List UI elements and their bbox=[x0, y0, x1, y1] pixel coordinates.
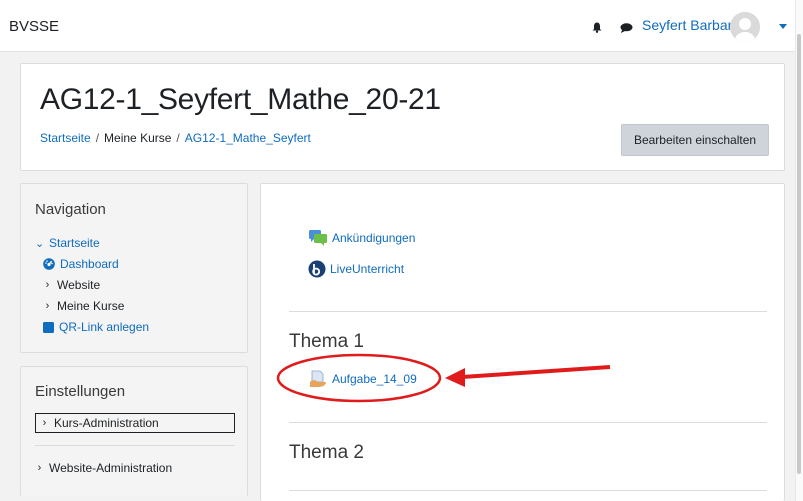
section-title-thema-2[interactable]: Thema 2 bbox=[289, 442, 364, 464]
dashboard-icon bbox=[43, 258, 55, 270]
nav-item-qr-link[interactable]: QR-Link anlegen bbox=[43, 320, 149, 334]
top-navbar: BVSSE Seyfert Barbara bbox=[0, 0, 795, 52]
caret-down-icon[interactable] bbox=[779, 24, 787, 29]
settings-item-label: Website-Administration bbox=[49, 461, 173, 475]
nav-item-label: QR-Link anlegen bbox=[59, 320, 150, 334]
nav-item-label: Startseite bbox=[49, 236, 100, 250]
breadcrumb-separator: / bbox=[95, 131, 100, 145]
settings-item-label: Kurs-Administration bbox=[54, 416, 159, 430]
section-divider bbox=[289, 490, 767, 491]
course-content: Ankündigungen LiveUnterricht Thema 1 Auf… bbox=[260, 183, 785, 501]
nav-item-label: Website bbox=[57, 278, 101, 292]
activity-label: LiveUnterricht bbox=[330, 262, 405, 276]
breadcrumb-meine-kurse[interactable]: Meine Kurse bbox=[104, 131, 171, 145]
activity-label: Ankündigungen bbox=[332, 231, 416, 245]
chevron-right-icon: › bbox=[45, 279, 50, 291]
breadcrumb-course[interactable]: AG12-1_Mathe_Seyfert bbox=[185, 131, 311, 145]
course-header: AG12-1_Seyfert_Mathe_20-21 Startseite / Me… bbox=[20, 63, 785, 171]
nav-item-label: Meine Kurse bbox=[57, 299, 125, 313]
chevron-down-icon: ⌄ bbox=[35, 237, 45, 250]
activity-ankuendigungen[interactable]: Ankündigungen bbox=[308, 229, 415, 247]
section-title-thema-1[interactable]: Thema 1 bbox=[289, 331, 364, 353]
chat-icon[interactable] bbox=[620, 23, 633, 33]
breadcrumb-separator: / bbox=[176, 131, 180, 145]
activity-aufgabe[interactable]: Aufgabe_14_09 bbox=[308, 370, 417, 388]
activity-label: Aufgabe_14_09 bbox=[332, 372, 417, 386]
breadcrumb: Startseite / Meine Kurse / AG12-1_Mathe_Seyf… bbox=[40, 131, 311, 145]
nav-item-dashboard[interactable]: Dashboard bbox=[43, 257, 119, 271]
navigation-block-title: Navigation bbox=[35, 201, 106, 218]
breadcrumb-startseite[interactable]: Startseite bbox=[40, 131, 91, 145]
scrollbar-thumb[interactable] bbox=[797, 34, 801, 474]
nav-item-startseite[interactable]: ⌄ Startseite bbox=[35, 236, 100, 250]
settings-item-website-administration[interactable]: › Website-Administration bbox=[35, 461, 173, 475]
avatar[interactable] bbox=[730, 12, 760, 42]
navigation-block: Navigation ⌄ Startseite Dashboard › Webs… bbox=[20, 183, 248, 353]
settings-item-kurs-administration[interactable]: › Kurs-Administration bbox=[35, 413, 235, 433]
settings-block-title: Einstellungen bbox=[35, 383, 126, 400]
chevron-right-icon: › bbox=[45, 300, 50, 312]
divider bbox=[35, 445, 235, 446]
section-divider bbox=[289, 422, 767, 423]
user-menu-name[interactable]: Seyfert Barbara bbox=[642, 17, 740, 33]
chevron-right-icon: › bbox=[37, 462, 42, 474]
nav-item-meine-kurse[interactable]: › Meine Kurse bbox=[43, 299, 125, 313]
nav-item-website[interactable]: › Website bbox=[43, 278, 100, 292]
user-avatar-icon bbox=[730, 12, 760, 42]
chevron-right-icon: › bbox=[42, 417, 47, 429]
activity-liveunterricht[interactable]: LiveUnterricht bbox=[308, 260, 404, 278]
square-icon bbox=[43, 321, 54, 333]
site-brand[interactable]: BVSSE bbox=[9, 18, 59, 35]
forum-icon bbox=[309, 230, 327, 246]
nav-item-label: Dashboard bbox=[60, 257, 119, 271]
bigbluebutton-icon bbox=[308, 260, 326, 278]
settings-block: Einstellungen › Kurs-Administration › We… bbox=[20, 366, 248, 496]
section-divider bbox=[289, 311, 767, 312]
bell-icon[interactable] bbox=[592, 22, 602, 33]
assignment-icon bbox=[310, 370, 326, 387]
edit-mode-button[interactable]: Bearbeiten einschalten bbox=[621, 124, 769, 156]
page-title: AG12-1_Seyfert_Mathe_20-21 bbox=[40, 83, 441, 116]
